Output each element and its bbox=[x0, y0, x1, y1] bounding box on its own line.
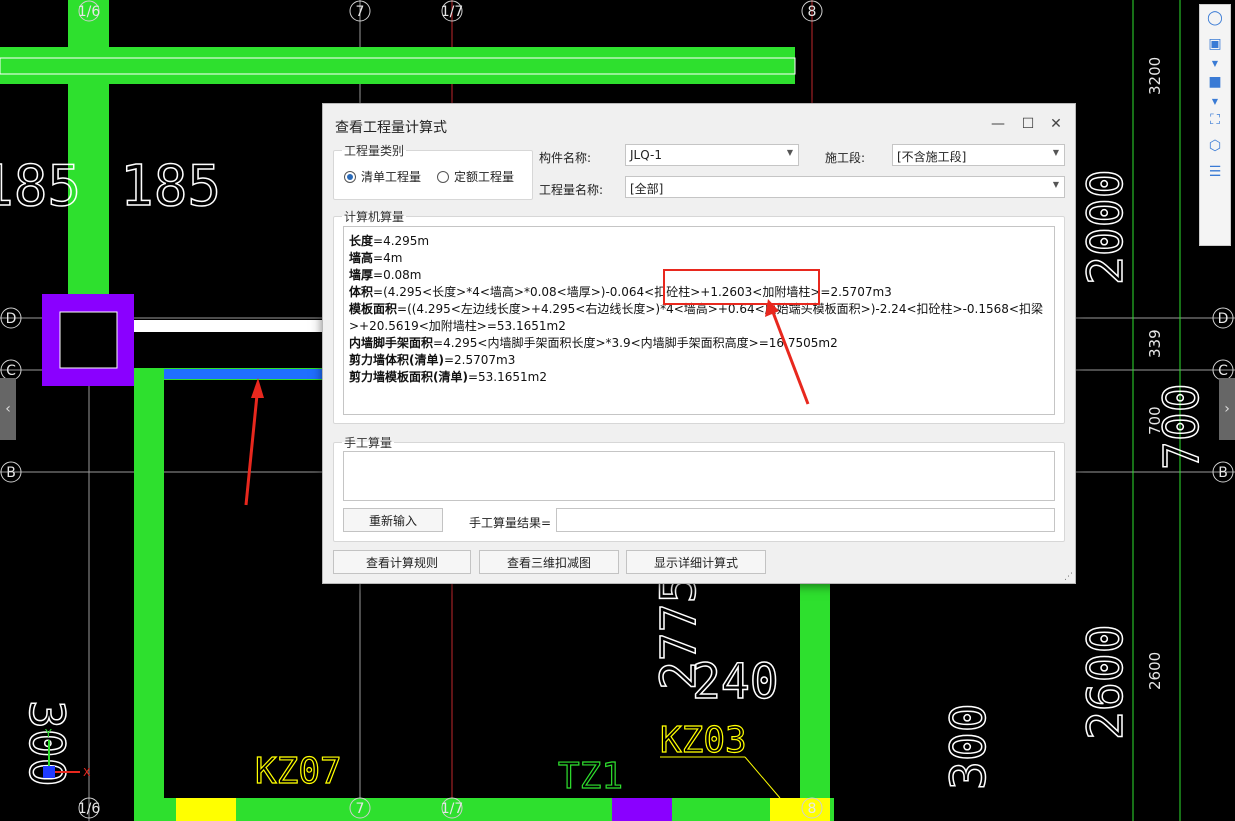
column-hole bbox=[59, 311, 118, 369]
tag-text: KZ03 bbox=[660, 720, 747, 761]
white-wall bbox=[134, 320, 324, 332]
radio-dot-selected bbox=[344, 170, 356, 183]
component-value: JLQ-1 bbox=[630, 148, 662, 162]
maximize-icon[interactable]: ☐ bbox=[1019, 116, 1037, 132]
axis-label: 1/6 bbox=[78, 4, 101, 20]
box-view-icon[interactable]: ⬡ bbox=[1200, 133, 1230, 159]
radio-quota-quantity[interactable]: 定额工程量 bbox=[437, 168, 514, 185]
minimize-icon[interactable]: — bbox=[989, 116, 1007, 132]
computer-legend: 计算机算量 bbox=[344, 210, 405, 224]
radio-label: 清单工程量 bbox=[361, 170, 422, 184]
manual-legend: 手工算量 bbox=[344, 436, 393, 450]
axis-label: 7 bbox=[356, 4, 365, 20]
view-3d-deduction-button[interactable]: 查看三维扣减图 bbox=[479, 550, 619, 574]
qty-name-label: 工程量名称: bbox=[539, 183, 604, 197]
dialog-titlebar[interactable]: 查看工程量计算式 — ☐ ✕ bbox=[323, 104, 1075, 144]
category-legend: 工程量类别 bbox=[344, 144, 405, 158]
fit-view-icon[interactable]: ⛶ bbox=[1200, 107, 1230, 133]
yellow-block-2 bbox=[770, 798, 830, 821]
dim-text: 185 bbox=[0, 154, 81, 219]
chevron-down-icon: ▼ bbox=[1052, 180, 1059, 189]
dim-text: 2600 bbox=[1078, 624, 1134, 740]
axis-label: 1/7 bbox=[441, 801, 464, 817]
tag-leader bbox=[744, 756, 781, 799]
chevron-right-icon: › bbox=[1224, 401, 1230, 417]
axis-label: D bbox=[6, 311, 17, 327]
red-arrow-left bbox=[244, 384, 260, 506]
axis-label: D bbox=[1218, 311, 1229, 327]
tag-text: KZ07 bbox=[255, 751, 342, 792]
dim-text: 2775 bbox=[651, 574, 707, 690]
calc-lines: 长度=4.295m 墙高=4m 墙厚=0.08m 体积=(4.295<长度>*4… bbox=[344, 227, 1054, 392]
tags: KZ07 TZ1 KZ03 bbox=[254, 719, 747, 797]
dropdown-arrow-icon[interactable]: ▼ bbox=[1200, 95, 1230, 107]
dim-text: 185 bbox=[120, 154, 221, 219]
dim-text: 300 bbox=[941, 703, 997, 790]
chevron-down-icon: ▼ bbox=[786, 148, 793, 157]
axis-label: C bbox=[1218, 363, 1228, 379]
stage-value: [不含施工段] bbox=[897, 150, 967, 164]
qty-name-value: [全部] bbox=[630, 182, 664, 196]
stage-label: 施工段: bbox=[825, 151, 866, 165]
axis-label: 8 bbox=[808, 4, 817, 20]
component-label: 构件名称: bbox=[539, 151, 592, 165]
dialog-title: 查看工程量计算式 bbox=[335, 120, 447, 136]
radio-dot bbox=[437, 170, 449, 183]
svg-text:Y: Y bbox=[44, 727, 52, 740]
manual-calc-input[interactable] bbox=[343, 451, 1055, 501]
axis-label: B bbox=[6, 465, 16, 481]
selected-wall-jlq[interactable] bbox=[164, 369, 324, 379]
report-icon[interactable]: ☰ bbox=[1200, 159, 1230, 185]
red-arrow-dialog bbox=[765, 299, 810, 405]
axis-label: 1/6 bbox=[78, 801, 101, 817]
axis-label: 1/7 bbox=[441, 4, 464, 20]
tag-text: TZ1 bbox=[558, 756, 623, 797]
reinput-button[interactable]: 重新输入 bbox=[343, 508, 443, 532]
sphere-view-icon[interactable]: ◯ bbox=[1200, 5, 1230, 31]
chevron-left-icon: ‹ bbox=[5, 401, 11, 417]
component-select[interactable]: JLQ-1 ▼ bbox=[625, 144, 799, 166]
svg-text:X: X bbox=[83, 766, 91, 779]
right-panel-tab[interactable]: › bbox=[1219, 378, 1235, 440]
close-icon[interactable]: ✕ bbox=[1047, 116, 1065, 132]
calc-line: 剪力墙体积(清单)=2.5707m3 bbox=[349, 353, 516, 367]
dropdown-arrow-icon[interactable]: ▼ bbox=[1200, 57, 1230, 69]
manual-result-label: 手工算量结果= bbox=[469, 516, 552, 530]
cube-icon[interactable]: ■ bbox=[1200, 69, 1230, 95]
manual-result-input[interactable] bbox=[556, 508, 1055, 532]
purple-block-bottom bbox=[612, 798, 672, 821]
dim-texts: 185 185 bbox=[0, 153, 222, 220]
calc-line: 墙高=4m bbox=[349, 251, 403, 265]
dim-small: 3200 339 700 2600 bbox=[1146, 57, 1164, 690]
axis-label: B bbox=[1218, 465, 1228, 481]
computer-calc-text[interactable]: 长度=4.295m 墙高=4m 墙厚=0.08m 体积=(4.295<长度>*4… bbox=[343, 226, 1055, 415]
dim-text: 2600 bbox=[1146, 652, 1164, 690]
red-arrow-left-head bbox=[251, 378, 264, 398]
qty-name-select[interactable]: [全部] ▼ bbox=[625, 176, 1065, 198]
axis-label: C bbox=[6, 363, 16, 379]
view-3d-icon[interactable]: ▣ bbox=[1200, 31, 1230, 57]
quantity-formula-dialog: 查看工程量计算式 — ☐ ✕ 工程量类别 清单工程量 定额工程量 构件名称: J… bbox=[322, 103, 1076, 584]
calc-line: 模板面积=((4.295<左边线长度>+4.295<右边线长度>)*4<墙高>+… bbox=[349, 302, 1043, 333]
dim-text: 339 bbox=[1146, 329, 1164, 358]
left-panel-tab[interactable]: ‹ bbox=[0, 378, 16, 440]
chevron-down-icon: ▼ bbox=[1052, 148, 1059, 157]
radio-list-quantity[interactable]: 清单工程量 bbox=[344, 168, 421, 185]
calc-line: 内墙脚手架面积=4.295<内墙脚手架面积长度>*3.9<内墙脚手架面积高度>=… bbox=[349, 336, 838, 350]
radio-label: 定额工程量 bbox=[454, 170, 515, 184]
show-detail-formula-button[interactable]: 显示详细计算式 bbox=[626, 550, 766, 574]
view-toolbar: ◯ ▣ ▼ ■ ▼ ⛶ ⬡ ☰ bbox=[1199, 4, 1231, 246]
axis-label: 7 bbox=[356, 801, 365, 817]
calc-line: 长度=4.295m bbox=[349, 234, 430, 248]
calc-line: 剪力墙模板面积(清单)=53.1651m2 bbox=[349, 370, 547, 384]
resize-grip-icon[interactable]: ⋰ bbox=[1064, 572, 1073, 582]
dim-text: 3200 bbox=[1146, 57, 1164, 95]
yellow-block-1 bbox=[176, 798, 236, 821]
axis-label: 8 bbox=[808, 801, 817, 817]
dim-text: 700 bbox=[1154, 383, 1210, 470]
view-rules-button[interactable]: 查看计算规则 bbox=[333, 550, 471, 574]
dim-text: 2000 bbox=[1078, 169, 1134, 285]
stage-select[interactable]: [不含施工段] ▼ bbox=[892, 144, 1065, 166]
